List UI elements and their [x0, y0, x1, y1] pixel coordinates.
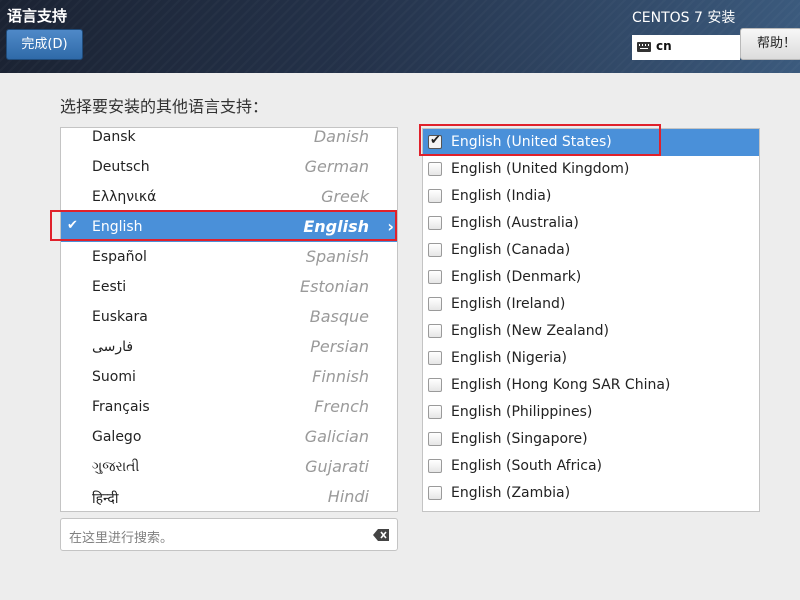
locale-label: English (Philippines): [451, 404, 593, 420]
locale-row[interactable]: English (Hong Kong SAR China): [423, 372, 759, 399]
spoke-title: 语言支持: [7, 7, 68, 25]
locale-checkbox[interactable]: [428, 162, 442, 176]
language-english-name: Estonian: [299, 277, 369, 296]
language-english-name: Danish: [313, 127, 369, 146]
language-row[interactable]: Deutsch German: [61, 152, 397, 182]
check-icon: ✔: [67, 218, 78, 233]
locale-row[interactable]: English (Ireland): [423, 291, 759, 318]
locale-label: English (Ireland): [451, 296, 566, 312]
done-button[interactable]: 完成(D): [6, 29, 83, 60]
language-native-name: English: [92, 219, 143, 235]
locale-row[interactable]: English (United Kingdom): [423, 156, 759, 183]
locale-checkbox[interactable]: [428, 216, 442, 230]
locale-checkbox[interactable]: [428, 243, 442, 257]
locale-label: English (South Africa): [451, 458, 602, 474]
language-english-name: Basque: [309, 307, 369, 326]
chevron-right-icon: ›: [387, 217, 394, 236]
locale-checkbox[interactable]: [428, 270, 442, 284]
locale-label: English (Nigeria): [451, 350, 568, 366]
language-row[interactable]: हिन्दी Hindi: [61, 482, 397, 511]
locale-row[interactable]: English (Nigeria): [423, 345, 759, 372]
language-row[interactable]: فارسی Persian: [61, 332, 397, 362]
locale-label: English (Canada): [451, 242, 571, 258]
language-row[interactable]: ✔ English English ›: [61, 212, 397, 242]
locale-label: English (India): [451, 188, 552, 204]
locale-row[interactable]: English (New Zealand): [423, 318, 759, 345]
locale-list[interactable]: English (United States) English (United K…: [422, 128, 760, 512]
language-row[interactable]: Galego Galician: [61, 422, 397, 452]
language-english-name: Spanish: [305, 247, 369, 266]
language-native-name: Deutsch: [92, 159, 150, 175]
top-bar: 语言支持 完成(D) CENTOS 7 安装 cn 帮助！: [0, 0, 800, 73]
language-list[interactable]: Dansk Danish Deutsch German Ελληνικά Greek ✔ En…: [60, 127, 398, 512]
locale-checkbox[interactable]: [428, 378, 442, 392]
language-english-name: Persian: [310, 337, 369, 356]
locale-row[interactable]: English (Singapore): [423, 426, 759, 453]
product-title: CENTOS 7 安装: [632, 10, 736, 26]
keyboard-layout-indicator[interactable]: cn: [632, 35, 740, 60]
keyboard-layout-label: cn: [656, 39, 672, 53]
locale-checkbox[interactable]: [428, 189, 442, 203]
language-row[interactable]: ગુજરાતી Gujarati: [61, 452, 397, 482]
locale-row[interactable]: English (Canada): [423, 237, 759, 264]
language-english-name: Greek: [321, 187, 369, 206]
language-row[interactable]: Eesti Estonian: [61, 272, 397, 302]
language-native-name: Dansk: [92, 129, 136, 145]
locale-row[interactable]: English (Zambia): [423, 480, 759, 507]
locale-label: English (New Zealand): [451, 323, 609, 339]
language-english-name: Finnish: [312, 367, 369, 386]
locale-row[interactable]: English (India): [423, 183, 759, 210]
search-input[interactable]: 在这里进行搜索。: [60, 518, 398, 551]
language-english-name: Gujarati: [305, 457, 369, 476]
keyboard-icon: [637, 42, 651, 52]
language-english-name: Galician: [304, 427, 369, 446]
language-native-name: Euskara: [92, 309, 148, 325]
locale-checkbox[interactable]: [428, 459, 442, 473]
locale-label: English (Zambia): [451, 485, 571, 501]
language-native-name: ગુજરાતી: [92, 459, 140, 475]
locale-checkbox[interactable]: [428, 351, 442, 365]
locale-label: English (Hong Kong SAR China): [451, 377, 671, 393]
locale-row[interactable]: English (Australia): [423, 210, 759, 237]
locale-label: English (Singapore): [451, 431, 588, 447]
language-english-name: German: [304, 157, 369, 176]
language-english-name: Hindi: [327, 487, 369, 506]
language-row[interactable]: Euskara Basque: [61, 302, 397, 332]
locale-checkbox[interactable]: [428, 486, 442, 500]
language-row[interactable]: Français French: [61, 392, 397, 422]
locale-checkbox[interactable]: [428, 297, 442, 311]
locale-checkbox[interactable]: [428, 133, 442, 149]
locale-label: English (Australia): [451, 215, 579, 231]
language-english-name: English: [303, 217, 369, 236]
language-native-name: فارسی: [92, 339, 134, 355]
language-native-name: हिन्दी: [92, 491, 119, 507]
language-row[interactable]: Dansk Danish: [61, 127, 397, 152]
locale-checkbox[interactable]: [428, 432, 442, 446]
locale-row[interactable]: English (South Africa): [423, 453, 759, 480]
language-native-name: Galego: [92, 429, 142, 445]
language-native-name: Español: [92, 249, 147, 265]
locale-label: English (Denmark): [451, 269, 582, 285]
language-english-name: French: [314, 397, 369, 416]
help-button[interactable]: 帮助！: [740, 28, 800, 60]
language-row[interactable]: Ελληνικά Greek: [61, 182, 397, 212]
language-native-name: Français: [92, 399, 150, 415]
locale-label: English (United Kingdom): [451, 161, 630, 177]
language-native-name: Suomi: [92, 369, 136, 385]
section-prompt: 选择要安装的其他语言支持：: [60, 97, 269, 116]
locale-row[interactable]: English (United States): [423, 129, 759, 156]
language-row[interactable]: Suomi Finnish: [61, 362, 397, 392]
locale-checkbox[interactable]: [428, 324, 442, 338]
locale-row[interactable]: English (Philippines): [423, 399, 759, 426]
language-native-name: Ελληνικά: [92, 189, 157, 205]
language-native-name: Eesti: [92, 279, 127, 295]
locale-label: English (United States): [451, 134, 612, 150]
clear-search-icon[interactable]: [373, 529, 389, 541]
language-row[interactable]: Español Spanish: [61, 242, 397, 272]
search-placeholder: 在这里进行搜索。: [69, 531, 174, 546]
locale-checkbox[interactable]: [428, 405, 442, 419]
locale-row[interactable]: English (Denmark): [423, 264, 759, 291]
